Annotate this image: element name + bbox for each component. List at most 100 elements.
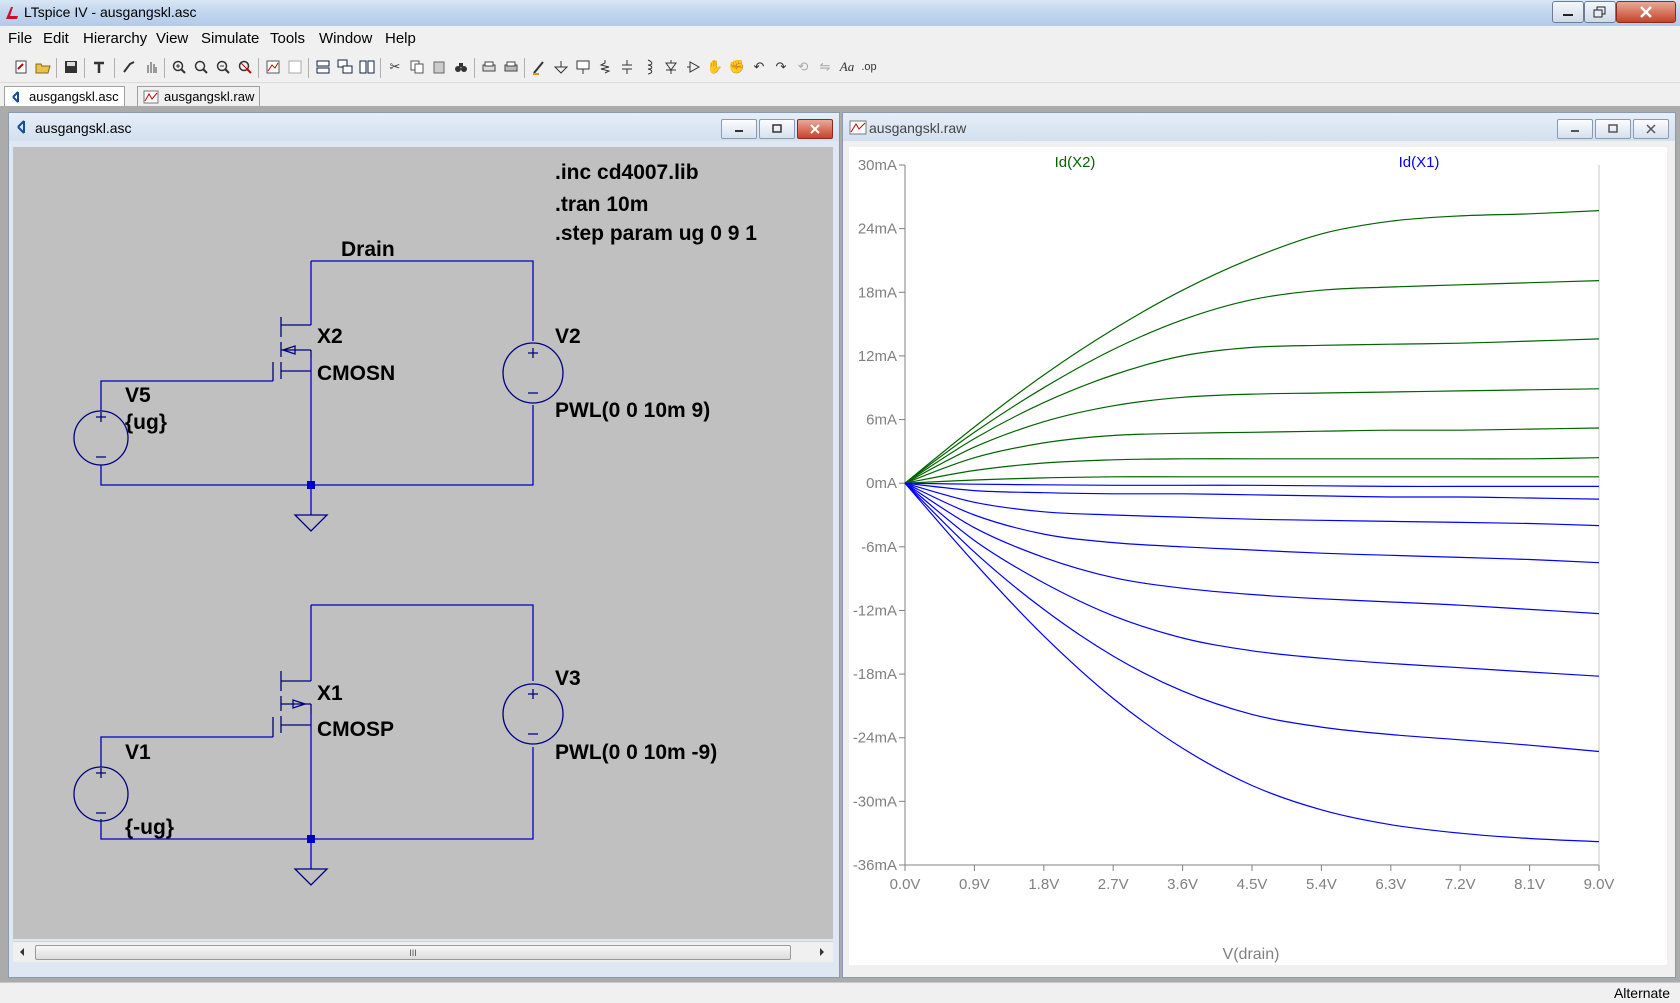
spice-directive[interactable]: .tran 10m bbox=[555, 193, 648, 216]
trace-id-x1-step-7[interactable] bbox=[904, 482, 1599, 488]
trace-id-x1-step-12[interactable] bbox=[904, 482, 1600, 677]
waveform-maximize-button[interactable] bbox=[1595, 119, 1631, 139]
menu-view[interactable]: View bbox=[156, 30, 188, 47]
menu-file[interactable]: File bbox=[8, 30, 32, 47]
cascade-icon[interactable] bbox=[336, 58, 354, 76]
move-icon[interactable]: ✋ bbox=[706, 58, 724, 76]
resistor-icon[interactable] bbox=[596, 58, 614, 76]
drag-icon[interactable]: ✊ bbox=[728, 58, 746, 76]
x-tick-label: 0.9V bbox=[959, 876, 990, 893]
open-icon[interactable] bbox=[34, 58, 52, 76]
y-tick-label: 30mA bbox=[858, 157, 897, 174]
minimize-icon bbox=[1571, 130, 1579, 132]
x-tick-label: 2.7V bbox=[1098, 876, 1129, 893]
spice-directive-icon[interactable]: .op bbox=[860, 58, 878, 76]
schematic-minimize-button[interactable] bbox=[721, 119, 757, 139]
print-icon[interactable] bbox=[502, 58, 520, 76]
print-preview-icon[interactable] bbox=[480, 58, 498, 76]
waveform-window[interactable]: ausgangskl.raw Id(X2) Id(X1) 30mA 24mA 18m… bbox=[842, 112, 1676, 978]
text-icon[interactable]: Aa bbox=[838, 58, 856, 76]
menu-edit[interactable]: Edit bbox=[43, 30, 69, 47]
halt-icon[interactable] bbox=[142, 58, 160, 76]
y-tick-label: -18mA bbox=[853, 666, 897, 683]
trace-id-x2-step-4[interactable] bbox=[904, 338, 1600, 484]
schematic-close-button[interactable] bbox=[797, 119, 833, 139]
trace-label-x2[interactable]: Id(X2) bbox=[1055, 154, 1096, 171]
save-icon[interactable] bbox=[62, 58, 80, 76]
close-icon bbox=[1646, 124, 1656, 134]
trace-id-x1-step-14[interactable] bbox=[904, 482, 1600, 843]
restore-button[interactable] bbox=[1584, 1, 1616, 23]
x-tick-label: 4.5V bbox=[1237, 876, 1268, 893]
maximize-icon bbox=[772, 124, 782, 133]
trace-id-x1-step-9[interactable] bbox=[904, 482, 1600, 527]
menu-simulate[interactable]: Simulate bbox=[201, 30, 259, 47]
zoom-out-icon[interactable] bbox=[214, 58, 232, 76]
menu-help[interactable]: Help bbox=[385, 30, 416, 47]
new-schematic-icon[interactable] bbox=[12, 58, 30, 76]
inductor-icon[interactable] bbox=[640, 58, 658, 76]
redo-icon[interactable]: ↷ bbox=[772, 58, 790, 76]
autorange-icon[interactable] bbox=[264, 58, 282, 76]
control-panel-icon[interactable] bbox=[90, 58, 108, 76]
tab-waveform[interactable]: ausgangskl.raw bbox=[137, 86, 261, 106]
close-button[interactable] bbox=[1616, 1, 1676, 23]
label-net-icon[interactable] bbox=[574, 58, 592, 76]
trace-id-x1-step-11[interactable] bbox=[904, 482, 1600, 615]
menu-hierarchy[interactable]: Hierarchy bbox=[83, 30, 147, 47]
draw-wire-icon[interactable] bbox=[530, 58, 548, 76]
tab-schematic[interactable]: ausgangskl.asc bbox=[4, 86, 125, 106]
trace-id-x2-step-3[interactable] bbox=[904, 388, 1600, 484]
voltage-source-v5 bbox=[73, 410, 129, 466]
mark-icon[interactable] bbox=[286, 58, 304, 76]
horizontal-scrollbar[interactable]: III bbox=[13, 941, 833, 962]
scroll-left-icon[interactable] bbox=[17, 946, 27, 958]
window-titlebar[interactable]: LTspice IV - ausgangskl.asc bbox=[0, 0, 1680, 26]
spice-directive[interactable]: .inc cd4007.lib bbox=[555, 161, 699, 184]
diode-icon[interactable] bbox=[662, 58, 680, 76]
document-tabbar: ausgangskl.asc ausgangskl.raw bbox=[0, 84, 1680, 107]
component-icon[interactable] bbox=[684, 58, 702, 76]
run-icon[interactable] bbox=[120, 58, 138, 76]
waveform-window-titlebar[interactable]: ausgangskl.raw bbox=[843, 113, 1675, 141]
part-value-v3: PWL(0 0 10m -9) bbox=[555, 741, 717, 764]
part-model-x2: CMOSN bbox=[317, 362, 395, 385]
waveform-close-button[interactable] bbox=[1633, 119, 1669, 139]
tile-horizontal-icon[interactable] bbox=[314, 58, 332, 76]
schematic-window[interactable]: ausgangskl.asc .inc cd4007.lib .tran 10m… bbox=[8, 112, 840, 978]
scroll-right-icon[interactable] bbox=[817, 946, 827, 958]
zoom-icon[interactable] bbox=[192, 58, 210, 76]
paste-icon[interactable] bbox=[430, 58, 448, 76]
ground-icon[interactable] bbox=[552, 58, 570, 76]
waveform-plot-pane[interactable]: Id(X2) Id(X1) 30mA 24mA 18mA 12mA 6mA 0mA -6mA… bbox=[849, 147, 1667, 965]
trace-id-x2-step-0[interactable] bbox=[904, 476, 1599, 484]
schematic-maximize-button[interactable] bbox=[759, 119, 795, 139]
spice-directive[interactable]: .step param ug 0 9 1 bbox=[555, 222, 757, 245]
trace-id-x2-step-5[interactable] bbox=[904, 280, 1600, 484]
trace-label-x1[interactable]: Id(X1) bbox=[1399, 154, 1440, 171]
tile-vertical-icon[interactable] bbox=[358, 58, 376, 76]
status-bar: Alternate bbox=[0, 982, 1680, 1003]
zoom-fit-icon[interactable] bbox=[236, 58, 254, 76]
waveform-plot[interactable]: Id(X2) Id(X1) 30mA 24mA 18mA 12mA 6mA 0mA -6mA… bbox=[849, 147, 1667, 965]
zoom-in-icon[interactable] bbox=[170, 58, 188, 76]
scrollbar-thumb[interactable]: III bbox=[35, 945, 791, 960]
net-label-drain[interactable]: Drain bbox=[341, 238, 395, 261]
trace-id-x2-step-2[interactable] bbox=[904, 427, 1600, 484]
rotate-icon[interactable]: ⟲ bbox=[794, 58, 812, 76]
schematic-drawing: .inc cd4007.lib .tran 10m .step param ug… bbox=[73, 161, 757, 886]
minimize-button[interactable] bbox=[1552, 1, 1584, 23]
capacitor-icon[interactable] bbox=[618, 58, 636, 76]
schematic-canvas[interactable]: .inc cd4007.lib .tran 10m .step param ug… bbox=[13, 147, 833, 939]
menu-tools[interactable]: Tools bbox=[270, 30, 305, 47]
waveform-minimize-button[interactable] bbox=[1557, 119, 1593, 139]
x-tick-label: 5.4V bbox=[1306, 876, 1337, 893]
menu-window[interactable]: Window bbox=[319, 30, 372, 47]
copy-icon[interactable] bbox=[408, 58, 426, 76]
schematic-window-titlebar[interactable]: ausgangskl.asc bbox=[9, 113, 839, 141]
undo-icon[interactable]: ↶ bbox=[750, 58, 768, 76]
mirror-icon[interactable]: ⇋ bbox=[816, 58, 834, 76]
find-icon[interactable] bbox=[452, 58, 470, 76]
cut-icon[interactable]: ✂ bbox=[386, 58, 404, 76]
wire bbox=[311, 260, 534, 341]
